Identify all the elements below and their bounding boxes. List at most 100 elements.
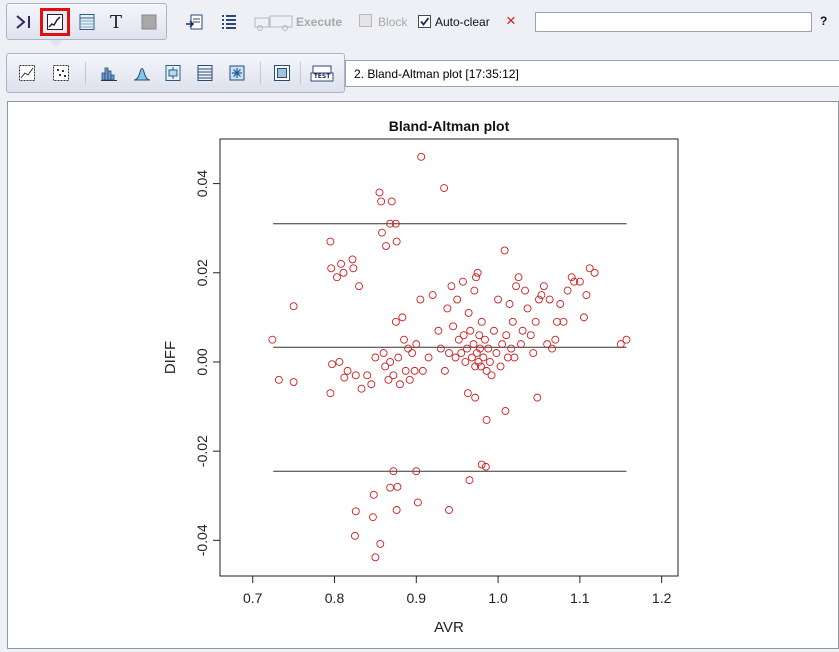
boxplot-button[interactable]	[162, 62, 184, 84]
data-point	[529, 349, 538, 357]
scatter-settings-button[interactable]	[50, 62, 72, 84]
distribution-button[interactable]	[131, 62, 153, 84]
scatter-plot-icon	[53, 65, 69, 81]
data-point	[518, 326, 527, 335]
data-point	[400, 335, 408, 344]
data-point	[391, 317, 400, 326]
plot-name-field[interactable]: 2. Bland-Altman plot [17:35:12]	[345, 60, 839, 87]
help-button[interactable]: ?	[820, 14, 827, 28]
execute-button[interactable]: Execute	[296, 15, 342, 29]
data-point	[498, 340, 507, 349]
data-point	[328, 360, 336, 369]
x-tick-label: 0.8	[325, 590, 345, 606]
y-tick-label: -0.04	[194, 524, 210, 556]
grid-button[interactable]	[226, 62, 248, 84]
data-point	[545, 295, 554, 304]
data-point	[485, 358, 494, 366]
data-point	[445, 506, 453, 514]
data-point	[479, 353, 488, 362]
data-point	[440, 366, 449, 375]
export-button[interactable]	[183, 11, 205, 33]
data-table-button[interactable]	[194, 62, 216, 84]
data-point	[333, 273, 341, 282]
data-point	[377, 197, 386, 206]
data-point	[582, 291, 591, 300]
histogram-icon	[101, 67, 117, 81]
data-point	[551, 335, 560, 344]
data-point	[274, 375, 283, 384]
data-point	[458, 277, 467, 286]
data-point	[339, 268, 348, 277]
data-point	[428, 291, 437, 300]
plot-tools-toolbar: TEST	[6, 53, 345, 93]
data-point	[465, 476, 474, 485]
data-point	[622, 335, 631, 344]
curve-plot-button[interactable]	[40, 8, 70, 36]
collapse-panel-button[interactable]	[13, 11, 35, 33]
data-point	[436, 344, 445, 353]
data-point	[531, 317, 540, 326]
data-point	[404, 344, 413, 353]
data-point	[348, 255, 357, 264]
data-point	[507, 344, 516, 353]
autoclear-checkbox[interactable]	[418, 15, 431, 28]
plot-mode-toolbar: T	[6, 3, 167, 40]
text-view-button[interactable]: T	[105, 11, 127, 33]
data-point	[434, 326, 443, 335]
star-grid-icon	[229, 65, 245, 81]
data-point	[459, 331, 468, 340]
data-point	[484, 344, 493, 353]
data-point	[389, 371, 398, 380]
table-icon	[79, 14, 95, 30]
y-tick-label: 0.04	[194, 170, 210, 197]
data-point	[548, 344, 556, 353]
data-point	[514, 273, 523, 282]
arrow-right-bar-icon	[16, 15, 30, 29]
data-point	[417, 152, 426, 161]
data-point	[327, 264, 336, 273]
histogram-button[interactable]	[98, 62, 120, 84]
data-point	[357, 384, 366, 393]
data-point	[382, 242, 390, 250]
data-point	[398, 313, 407, 322]
data-point	[289, 302, 298, 311]
data-point	[517, 340, 525, 349]
data-point	[387, 197, 396, 206]
data-point	[335, 358, 344, 366]
block-button[interactable]: Block	[378, 15, 407, 29]
data-point	[477, 460, 486, 469]
data-point	[471, 393, 480, 402]
y-tick-label: 0.00	[194, 348, 210, 375]
data-point	[369, 490, 378, 499]
data-point	[510, 353, 519, 362]
data-point	[505, 300, 514, 308]
data-point	[349, 264, 358, 273]
data-point	[386, 358, 395, 366]
data-point	[501, 407, 510, 415]
block-icon	[359, 14, 372, 27]
data-point	[469, 340, 478, 349]
data-point	[449, 322, 458, 331]
data-point	[472, 273, 480, 282]
separator	[85, 62, 86, 84]
data-point	[351, 371, 360, 380]
data-point	[326, 237, 335, 246]
data-point	[579, 313, 588, 322]
test-button[interactable]: TEST	[309, 62, 335, 84]
data-point	[392, 506, 401, 514]
table-view-button[interactable]	[76, 11, 98, 33]
data-point	[590, 268, 599, 277]
data-point	[466, 326, 475, 335]
clear-button[interactable]: ×	[506, 11, 516, 31]
data-point	[337, 259, 345, 268]
command-input[interactable]	[535, 12, 812, 32]
data-point	[368, 513, 377, 522]
frame-button[interactable]	[271, 62, 293, 84]
x-tick-label: 1.0	[488, 590, 508, 606]
data-point	[371, 553, 380, 562]
list-button[interactable]	[218, 11, 240, 33]
data-point	[503, 353, 512, 362]
image-view-button[interactable]	[138, 11, 160, 33]
plot-settings-button[interactable]	[16, 62, 38, 84]
data-point	[410, 366, 419, 375]
